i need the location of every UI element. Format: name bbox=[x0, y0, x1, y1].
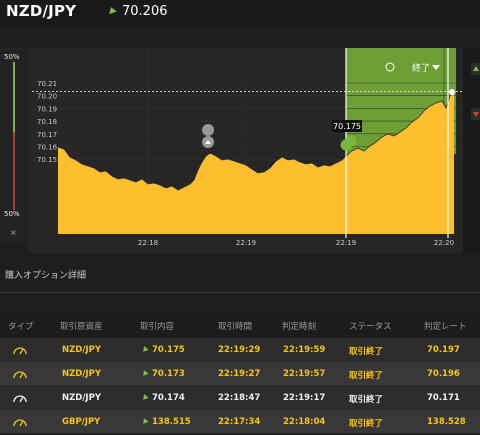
header-type: タイプ bbox=[8, 322, 34, 332]
options-table: タイプ 取引原資産 取引内容 取引時間 判定時刻 ステータス 判定レート NZD… bbox=[0, 314, 480, 434]
y-tick-label: 70.21 bbox=[37, 80, 57, 88]
row-time: 22:19:27 bbox=[218, 369, 261, 379]
gauge-red-bar bbox=[13, 132, 15, 210]
table-row[interactable]: NZD/JPY 70.175 22:19:29 22:19:59 取引終了 70… bbox=[0, 338, 480, 362]
sentiment-gauge: 50% 50% × bbox=[0, 48, 27, 243]
gauge-top-percent: 50% bbox=[4, 53, 20, 61]
speedometer-icon bbox=[13, 419, 27, 427]
speedometer-icon bbox=[13, 347, 27, 355]
up-arrow-icon bbox=[141, 417, 149, 424]
section-title: 購入オプション詳細 bbox=[5, 271, 87, 281]
row-asset: NZD/JPY bbox=[62, 345, 101, 355]
header-content: 取引内容 bbox=[140, 322, 175, 332]
row-judge-rate: 70.197 bbox=[427, 345, 460, 355]
table-row[interactable]: GBP/JPY 138.515 22:17:34 22:18:04 取引終了 1… bbox=[0, 410, 480, 434]
speedometer-icon bbox=[13, 371, 27, 379]
price-chart: 70.175 終了 70.21 70.20 70.19 70.18 70.17 70.16… bbox=[28, 48, 463, 253]
row-status: 取引終了 bbox=[349, 371, 384, 381]
header-status: ステータス bbox=[349, 322, 392, 332]
gauge-bottom-percent: 50% bbox=[4, 210, 20, 218]
y-tick-label: 70.16 bbox=[37, 144, 58, 152]
row-asset: GBP/JPY bbox=[62, 417, 101, 427]
row-status: 取引終了 bbox=[349, 419, 384, 429]
current-price: 70.206 bbox=[107, 4, 168, 19]
current-price-value: 70.206 bbox=[122, 4, 168, 19]
header-judge-time: 判定時刻 bbox=[282, 322, 317, 332]
table-header: タイプ 取引原資産 取引内容 取引時間 判定時刻 ステータス 判定レート bbox=[0, 314, 480, 338]
x-tick-label: 22:18 bbox=[138, 239, 158, 247]
gauge-green-bar bbox=[13, 62, 15, 132]
end-label: 終了 bbox=[412, 62, 430, 74]
row-asset: NZD/JPY bbox=[62, 369, 101, 379]
row-judge-time: 22:18:04 bbox=[283, 417, 326, 427]
x-tick-label: 22:19 bbox=[336, 239, 356, 247]
row-content: 70.175 bbox=[141, 345, 185, 355]
table-row[interactable]: NZD/JPY 70.174 22:18:47 22:19:17 取引終了 70… bbox=[0, 386, 480, 410]
up-arrow-icon bbox=[141, 369, 149, 376]
up-arrow-icon bbox=[107, 5, 117, 15]
header-time: 取引時間 bbox=[218, 322, 253, 332]
row-judge-rate: 70.171 bbox=[427, 393, 460, 403]
row-asset: NZD/JPY bbox=[62, 393, 101, 403]
row-judge-time: 22:19:17 bbox=[283, 393, 326, 403]
row-judge-rate: 70.196 bbox=[427, 369, 460, 379]
right-panel-edge bbox=[463, 48, 480, 253]
row-content: 138.515 bbox=[141, 417, 191, 427]
header-bar: NZD/JPY 70.206 bbox=[0, 0, 480, 27]
row-time: 22:17:34 bbox=[218, 417, 261, 427]
row-content: 70.173 bbox=[141, 369, 185, 379]
up-arrow-icon bbox=[141, 345, 149, 352]
table-row[interactable]: NZD/JPY 70.173 22:19:27 22:19:57 取引終了 70… bbox=[0, 362, 480, 386]
row-time: 22:18:47 bbox=[218, 393, 261, 403]
y-tick-label: 70.15 bbox=[37, 156, 57, 164]
price-chart-svg: 70.175 終了 70.21 70.20 70.19 70.18 70.17 70.16… bbox=[28, 48, 463, 253]
right-panel-icons bbox=[471, 63, 480, 120]
row-judge-rate: 138.528 bbox=[427, 417, 466, 427]
y-tick-label: 70.20 bbox=[37, 93, 57, 101]
header-asset: 取引原資産 bbox=[60, 322, 103, 332]
row-content: 70.174 bbox=[141, 393, 185, 403]
x-tick-label: 22:20 bbox=[434, 239, 454, 247]
currency-pair-title: NZD/JPY bbox=[6, 2, 77, 20]
up-arrow-icon bbox=[141, 393, 149, 400]
row-judge-time: 22:19:59 bbox=[283, 345, 326, 355]
row-status: 取引終了 bbox=[349, 395, 384, 405]
header-judge-rate: 判定レート bbox=[424, 322, 467, 332]
current-price-dot bbox=[449, 89, 455, 95]
y-tick-label: 70.17 bbox=[37, 131, 57, 139]
section-divider bbox=[0, 292, 480, 293]
y-tick-label: 70.18 bbox=[37, 118, 57, 126]
row-time: 22:19:29 bbox=[218, 345, 261, 355]
row-judge-time: 22:19:57 bbox=[283, 369, 326, 379]
x-tick-label: 22:19 bbox=[236, 239, 256, 247]
row-status: 取引終了 bbox=[349, 347, 384, 357]
speedometer-icon bbox=[13, 395, 27, 403]
y-tick-label: 70.19 bbox=[37, 105, 57, 113]
close-icon[interactable]: × bbox=[10, 228, 17, 237]
entry-tag: 70.175 bbox=[333, 122, 361, 131]
